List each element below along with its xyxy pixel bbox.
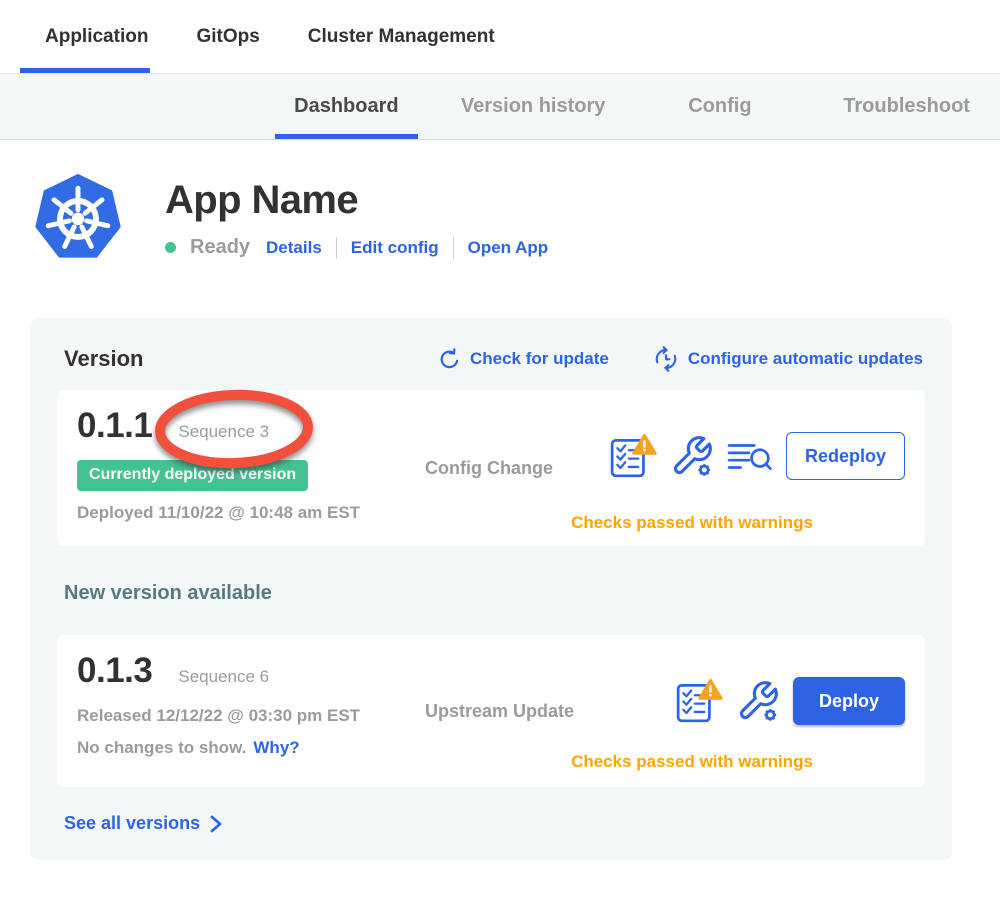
available-version-number: 0.1.3 [77, 651, 152, 691]
divider [453, 237, 454, 259]
released-timestamp: Released 12/12/22 @ 03:30 pm EST [77, 706, 425, 726]
deployed-checks-status: Checks passed with warnings [487, 513, 897, 533]
wrench-gear-icon[interactable] [736, 679, 780, 723]
status-dot [165, 242, 176, 253]
deployed-timestamp: Deployed 11/10/22 @ 10:48 am EST [77, 503, 425, 523]
primary-nav: Application GitOps Cluster Management [0, 0, 1000, 74]
configure-automatic-updates-link[interactable]: Configure automatic updates [653, 346, 923, 372]
no-changes-note: No changes to show. [77, 738, 246, 758]
check-for-update-link[interactable]: Check for update [438, 346, 609, 372]
refresh-icon [438, 348, 461, 371]
tab-cluster-management[interactable]: Cluster Management [308, 0, 495, 73]
tab-gitops[interactable]: GitOps [196, 0, 259, 73]
redeploy-button[interactable]: Redeploy [786, 432, 905, 480]
chevron-right-icon [209, 814, 223, 834]
file-search-icon[interactable] [727, 436, 773, 476]
available-checks-status: Checks passed with warnings [487, 752, 897, 772]
tab-application[interactable]: Application [45, 0, 148, 73]
details-link[interactable]: Details [266, 238, 322, 258]
kubernetes-logo [33, 172, 123, 264]
version-panel: Version Check for update [30, 318, 952, 860]
tab-troubleshoot[interactable]: Troubleshoot [813, 74, 1000, 139]
wrench-gear-icon[interactable] [670, 434, 714, 478]
new-version-heading: New version available [64, 582, 925, 605]
app-section-nav: Dashboard Version history Config Trouble… [0, 74, 1000, 140]
why-link[interactable]: Why? [253, 738, 299, 758]
schedule-sync-icon [653, 346, 679, 372]
tab-dashboard[interactable]: Dashboard [253, 74, 440, 139]
available-source-label: Upstream Update [425, 701, 615, 722]
divider [336, 237, 337, 259]
version-panel-title: Version [64, 346, 438, 372]
app-name-title: App Name [165, 178, 548, 223]
app-header: App Name Ready Details Edit config Open … [33, 172, 1000, 264]
deployed-source-label: Config Change [425, 458, 609, 479]
tab-config[interactable]: Config [627, 74, 814, 139]
preflight-checklist-icon[interactable] [675, 678, 723, 724]
deployed-version-number: 0.1.1 [77, 406, 152, 446]
tab-version-history[interactable]: Version history [440, 74, 627, 139]
preflight-checklist-icon[interactable] [609, 433, 657, 479]
deploy-button[interactable]: Deploy [793, 677, 905, 725]
deployed-version-card: 0.1.1 Sequence 3 Currently deployed vers… [57, 390, 925, 546]
currently-deployed-badge: Currently deployed version [77, 460, 308, 491]
see-all-versions-link[interactable]: See all versions [64, 813, 223, 834]
edit-config-link[interactable]: Edit config [351, 238, 439, 258]
deployed-sequence-label: Sequence 3 [178, 422, 269, 442]
app-status-label: Ready [190, 236, 250, 259]
available-version-card: 0.1.3 Sequence 6 Released 12/12/22 @ 03:… [57, 635, 925, 787]
open-app-link[interactable]: Open App [468, 238, 549, 258]
available-sequence-label: Sequence 6 [178, 667, 269, 687]
